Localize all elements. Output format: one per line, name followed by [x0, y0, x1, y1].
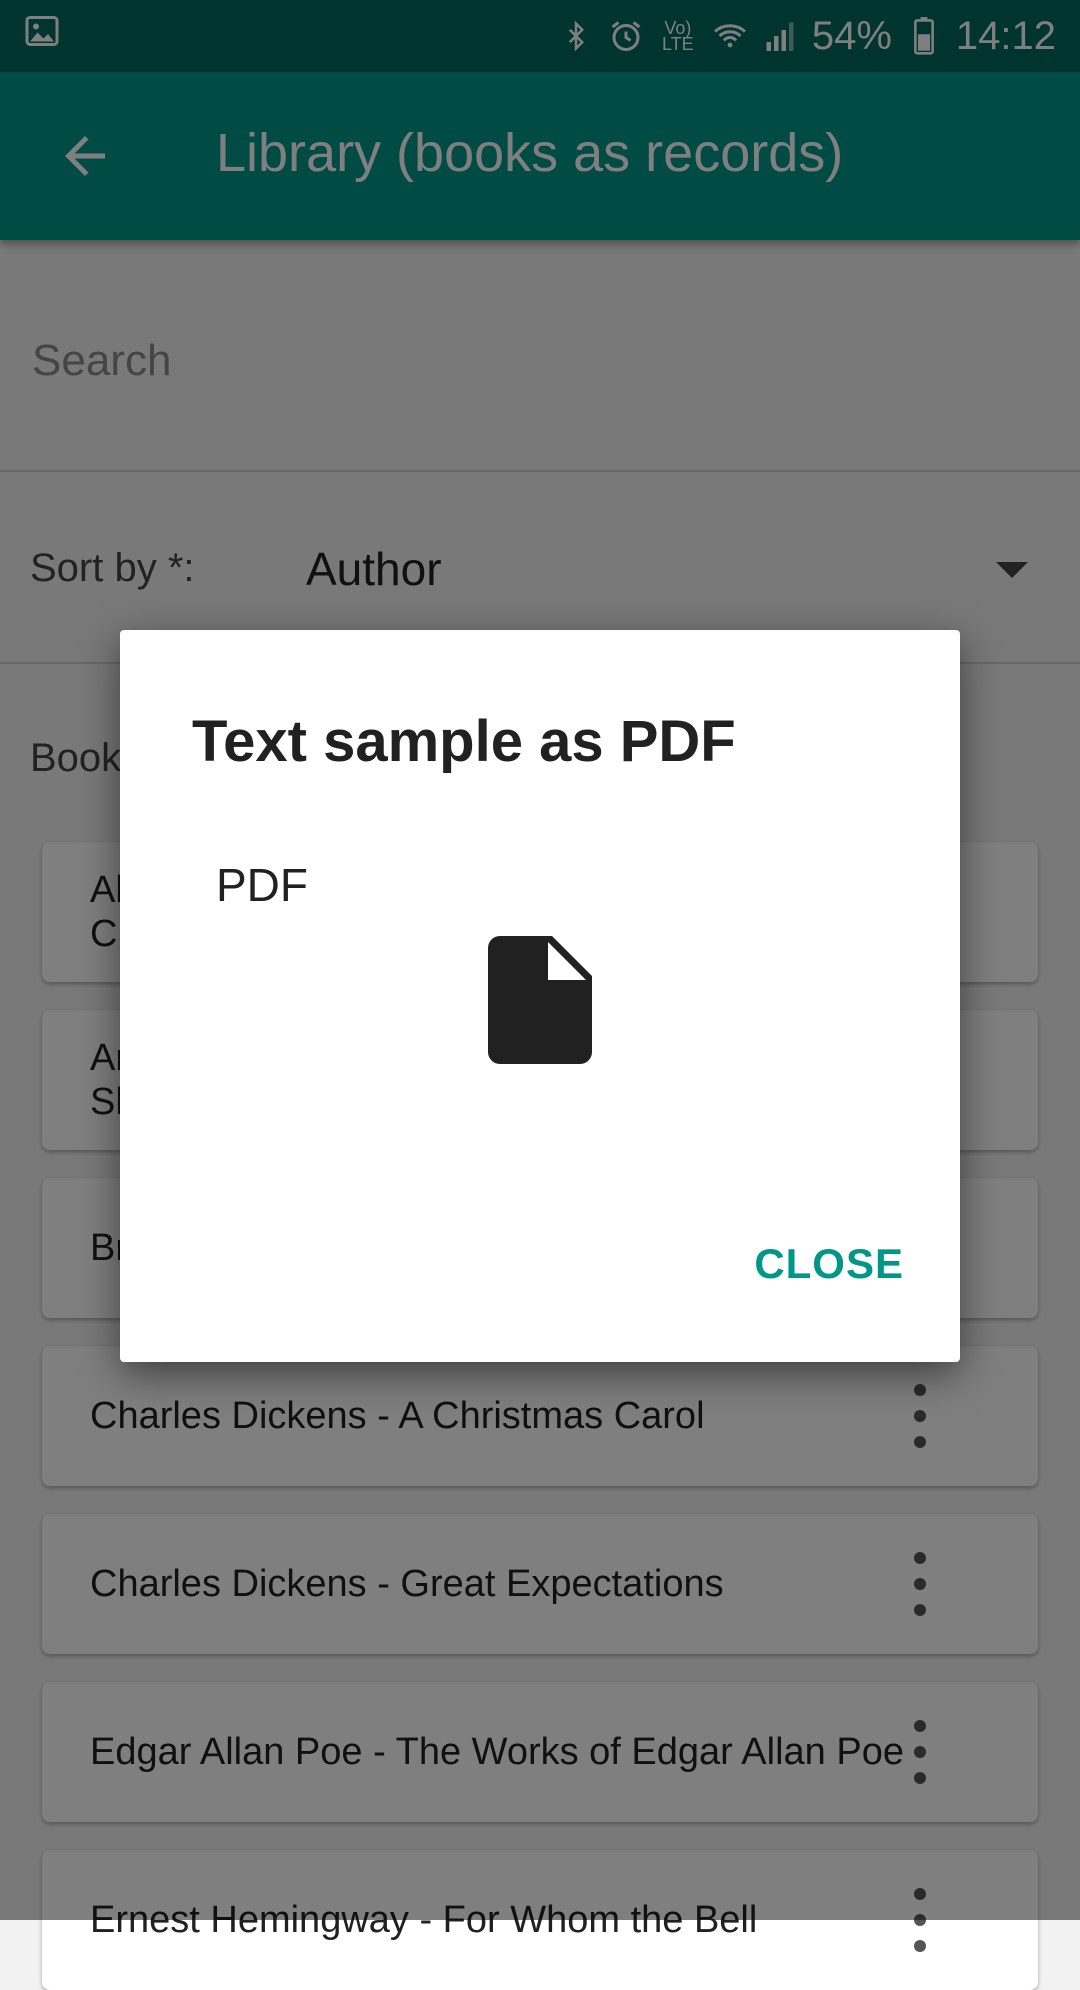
pdf-dialog: Text sample as PDF PDF CLOSE [120, 630, 960, 1362]
dialog-title: Text sample as PDF [192, 709, 736, 774]
pdf-field-label: PDF [216, 859, 308, 911]
close-button[interactable]: CLOSE [754, 1232, 904, 1296]
file-icon[interactable] [488, 936, 592, 1064]
